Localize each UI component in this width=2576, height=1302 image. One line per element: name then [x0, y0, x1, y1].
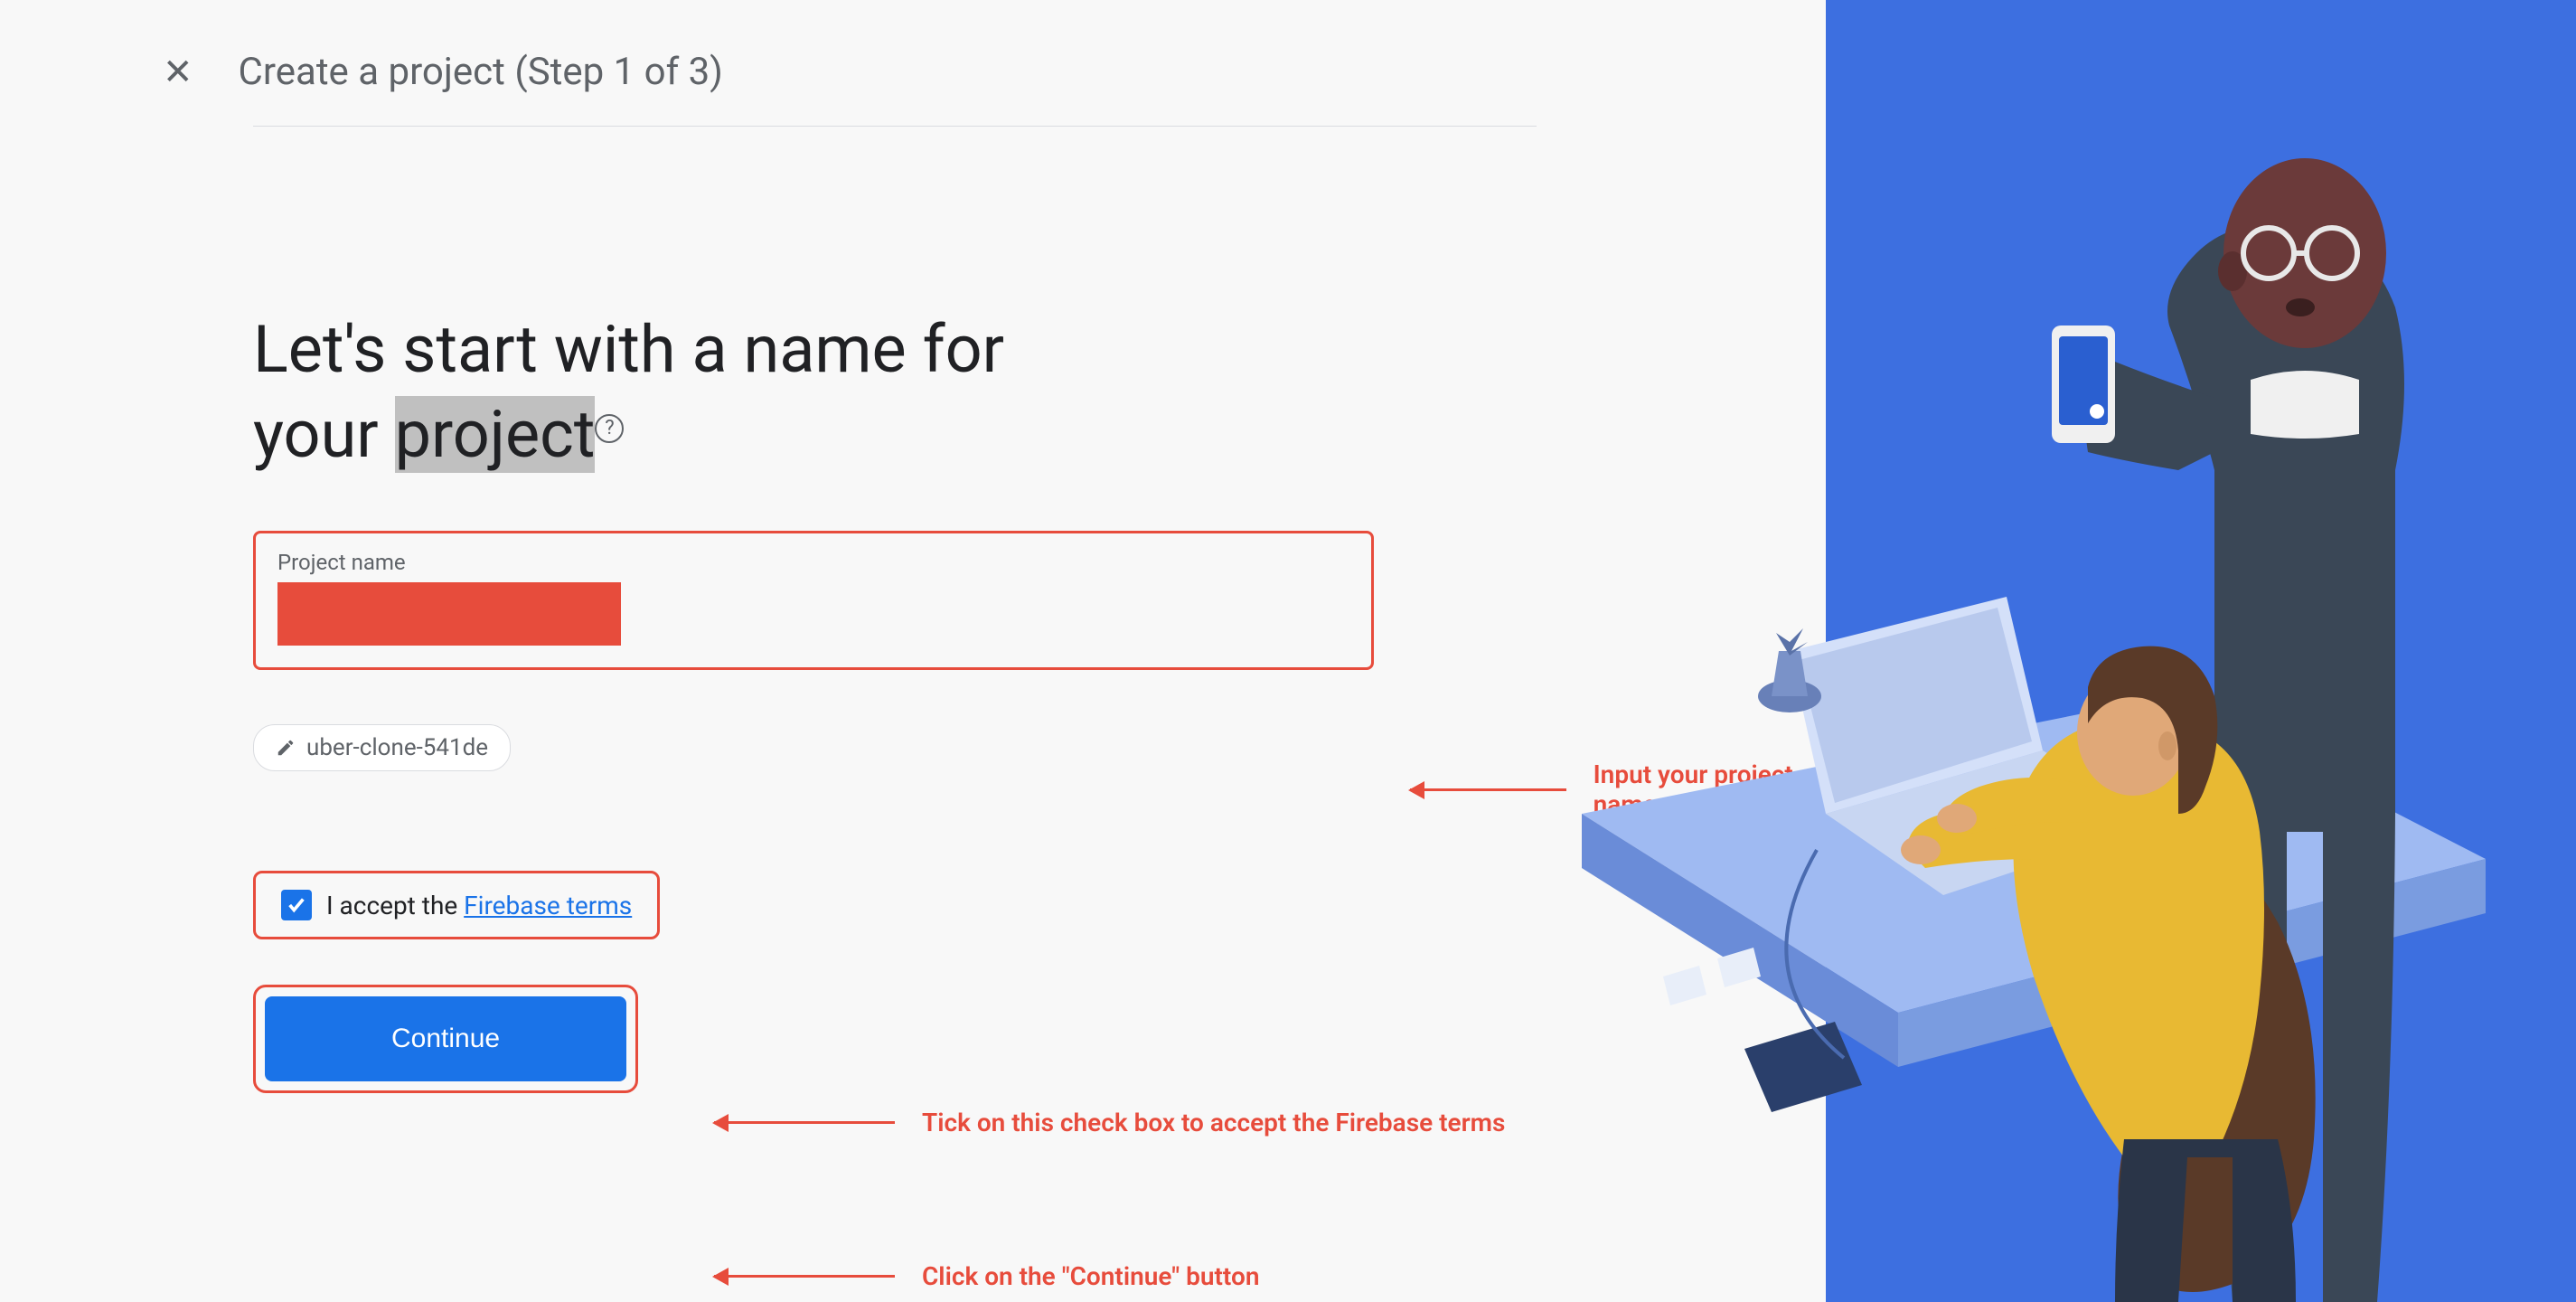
illustration-panel: [1826, 0, 2576, 1302]
terms-prefix: I accept the: [326, 891, 464, 920]
project-name-input[interactable]: [277, 582, 621, 646]
arrow-icon: [714, 1275, 895, 1278]
heading-line1: Let's start with a name for: [253, 311, 1004, 388]
continue-button[interactable]: Continue: [265, 996, 626, 1081]
terms-text: I accept the Firebase terms: [326, 891, 632, 920]
heading-highlighted-word: project: [395, 396, 596, 473]
annotation-checkbox: Tick on this check box to accept the Fir…: [714, 1108, 1505, 1137]
terms-checkbox[interactable]: [281, 890, 312, 920]
project-name-input-wrapper: Project name: [253, 531, 1374, 670]
checkmark-icon: [287, 895, 306, 915]
heading-line2-prefix: your: [253, 396, 395, 473]
project-id-chip[interactable]: uber-clone-541de: [253, 724, 511, 771]
illustration-people: [1582, 0, 2576, 1302]
terms-wrapper: I accept the Firebase terms: [253, 871, 660, 939]
firebase-terms-link[interactable]: Firebase terms: [464, 891, 632, 920]
arrow-icon: [1410, 788, 1566, 791]
page-title: Create a project (Step 1 of 3): [239, 50, 723, 94]
header-row: ✕ Create a project (Step 1 of 3): [0, 0, 1826, 126]
project-id-text: uber-clone-541de: [306, 734, 488, 761]
help-icon[interactable]: ?: [595, 414, 624, 443]
pencil-icon: [276, 738, 296, 758]
arrow-icon: [714, 1121, 895, 1124]
project-name-label: Project name: [277, 550, 1349, 575]
annotation-continue: Click on the "Continue" button: [714, 1261, 1259, 1291]
annotation-checkbox-text: Tick on this check box to accept the Fir…: [922, 1108, 1505, 1137]
continue-button-wrapper: Continue: [253, 985, 638, 1093]
close-icon[interactable]: ✕: [163, 51, 193, 93]
annotation-continue-text: Click on the "Continue" button: [922, 1261, 1259, 1291]
